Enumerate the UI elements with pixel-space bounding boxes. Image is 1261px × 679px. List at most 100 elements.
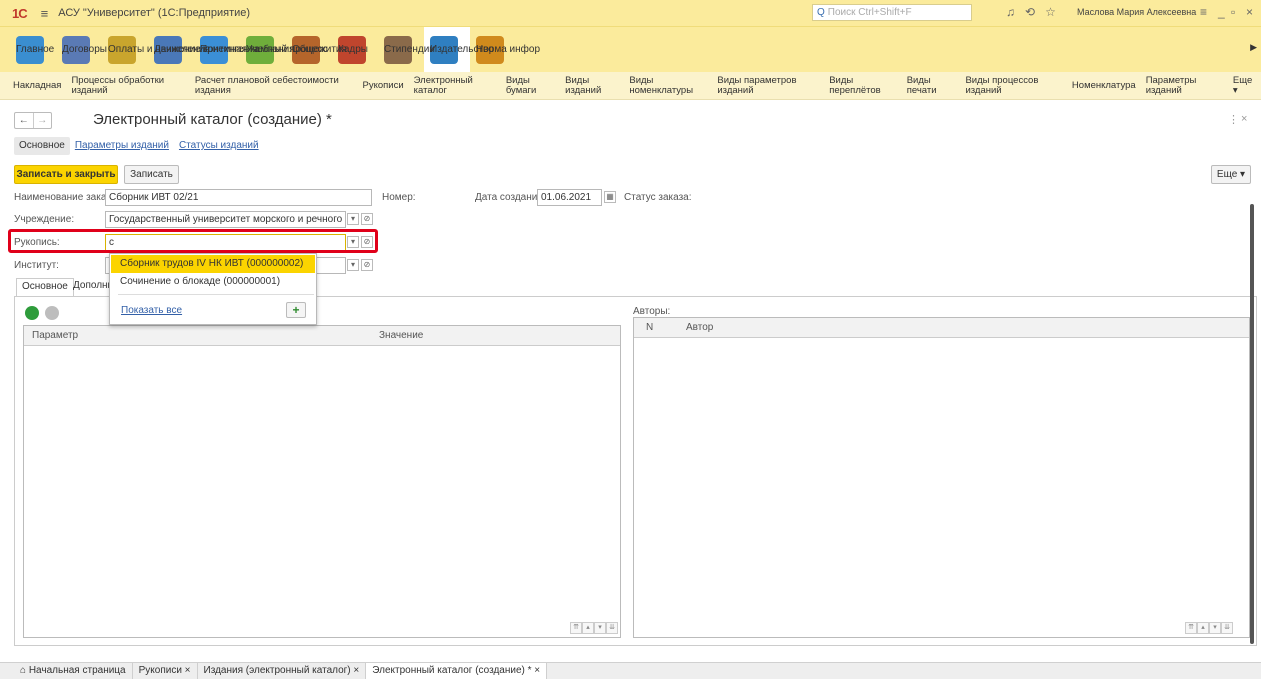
prev-page-icon[interactable]: ▴: [1197, 622, 1209, 634]
close-icon[interactable]: ×: [1246, 5, 1253, 19]
save-button[interactable]: Записать: [124, 165, 179, 184]
section-7[interactable]: Кадры: [332, 27, 378, 73]
order-status-label: Статус заказа:: [624, 192, 692, 203]
star-icon[interactable]: ☆: [1045, 5, 1056, 19]
first-page-icon[interactable]: ⇈: [1185, 622, 1197, 634]
nav-item-7[interactable]: Виды номенклатуры: [624, 75, 712, 96]
titlebar-tools: ♫ ⟲ ☆: [1006, 5, 1056, 19]
back-arrow-icon[interactable]: ←: [15, 113, 33, 128]
section-8[interactable]: Стипендии: [378, 27, 435, 73]
bell-icon[interactable]: ♫: [1006, 5, 1015, 19]
form-title: Электронный каталог (создание) *: [93, 111, 332, 128]
section-2[interactable]: Оплаты и начисления: [102, 27, 210, 73]
add-row-icon[interactable]: [25, 306, 39, 320]
order-name-label: Наименование заказа:: [14, 192, 120, 203]
history-nav: ← →: [14, 112, 52, 129]
last-page-icon[interactable]: ⇊: [1221, 622, 1233, 634]
nav-item-1[interactable]: Процессы обработки изданий: [66, 75, 189, 96]
first-page-icon[interactable]: ⇈: [570, 622, 582, 634]
nav-item-5[interactable]: Виды бумаги: [501, 75, 560, 96]
author-column-header[interactable]: Автор: [686, 322, 713, 333]
section-5[interactable]: Учебный процесс: [240, 27, 328, 73]
tab-publication-statuses[interactable]: Статусы изданий: [174, 137, 264, 155]
table-pager: ⇈ ▴ ▾ ⇊: [1185, 622, 1233, 634]
menu-icon[interactable]: ≡: [41, 6, 49, 21]
param-column-header[interactable]: Параметр: [32, 330, 78, 341]
minimize-icon[interactable]: _: [1218, 5, 1225, 19]
prev-page-icon[interactable]: ▴: [582, 622, 594, 634]
chevron-down-icon[interactable]: ▾: [347, 213, 359, 225]
settings-icon[interactable]: ≡: [1200, 5, 1207, 19]
nav-item-12[interactable]: Номенклатура: [1067, 80, 1141, 91]
home-page-tab[interactable]: ⌂ Начальная страница: [14, 662, 133, 679]
calendar-icon[interactable]: ▦: [604, 191, 616, 203]
section-6[interactable]: Общежития: [286, 27, 347, 73]
maximize-icon[interactable]: ▫: [1231, 5, 1235, 19]
date-label: Дата создания:: [475, 192, 546, 203]
inner-tab-main[interactable]: Основное: [16, 278, 74, 296]
history-icon[interactable]: ⟲: [1025, 5, 1035, 19]
nav-item-13[interactable]: Параметры изданий: [1141, 75, 1228, 96]
nav-item-0[interactable]: Накладная: [8, 80, 66, 91]
order-name-field[interactable]: Сборник ИВТ 02/21: [105, 189, 372, 206]
form-tabs: Основное Параметры изданий Статусы издан…: [14, 137, 264, 155]
highlight-annotation: [8, 229, 378, 253]
sections-scroll-right-icon[interactable]: ▶: [1250, 42, 1257, 53]
delete-row-icon[interactable]: [45, 306, 59, 320]
section-0[interactable]: Главное: [10, 27, 56, 73]
tab-publication-params[interactable]: Параметры изданий: [70, 137, 174, 155]
global-search-input[interactable]: Q Поиск Ctrl+Shift+F: [812, 4, 972, 21]
nav-item-11[interactable]: Виды процессов изданий: [960, 75, 1066, 96]
last-page-icon[interactable]: ⇊: [606, 622, 618, 634]
date-field[interactable]: 01.06.2021: [537, 189, 602, 206]
more-actions-icon[interactable]: ⋮: [1228, 113, 1239, 126]
open-windows-bar: ⌂ Начальная страница Рукописи × Издания …: [0, 662, 1261, 679]
section-label: Стипендии: [384, 44, 435, 55]
section-label: Норма инфор: [476, 44, 541, 55]
tab-main[interactable]: Основное: [14, 137, 70, 155]
section-1[interactable]: Договоры: [56, 27, 107, 73]
table-pager: ⇈ ▴ ▾ ⇊: [570, 622, 618, 634]
title-bar: 1С ≡ АСУ "Университет" (1С:Предприятие) …: [0, 0, 1261, 26]
save-and-close-button[interactable]: Записать и закрыть: [14, 165, 118, 184]
institution-field[interactable]: Государственный университет морского и р…: [105, 211, 346, 228]
authors-table[interactable]: N Автор ⇈ ▴ ▾ ⇊: [633, 317, 1250, 638]
next-page-icon[interactable]: ▾: [594, 622, 606, 634]
add-new-button[interactable]: +: [286, 302, 306, 318]
nav-item-3[interactable]: Рукописи: [358, 80, 409, 91]
catalog-create-window-tab[interactable]: Электронный каталог (создание) * ×: [366, 662, 548, 679]
section-4[interactable]: Приемная кампания: [194, 27, 295, 73]
forward-arrow-icon[interactable]: →: [32, 113, 52, 128]
manuscripts-window-tab[interactable]: Рукописи ×: [133, 662, 198, 679]
authors-label: Авторы:: [633, 306, 671, 317]
nav-item-9[interactable]: Виды переплётов: [824, 75, 902, 96]
next-page-icon[interactable]: ▾: [1209, 622, 1221, 634]
section-3[interactable]: Движение контингента: [148, 27, 259, 73]
nav-item-8[interactable]: Виды параметров изданий: [712, 75, 824, 96]
nav-item-6[interactable]: Виды изданий: [560, 75, 624, 96]
app-title: АСУ "Университет" (1С:Предприятие): [58, 7, 251, 19]
open-link-icon[interactable]: ⊘: [361, 259, 373, 271]
authors-table-header: N Автор: [634, 318, 1249, 338]
nav-item-4[interactable]: Электронный каталог: [409, 75, 501, 96]
form-close-icon[interactable]: ×: [1241, 113, 1247, 125]
section-10[interactable]: Норма инфор: [470, 27, 540, 73]
section-9[interactable]: Издательство: [424, 26, 494, 73]
dropdown-option[interactable]: Сочинение о блокаде (000000001): [111, 273, 315, 291]
vertical-scrollbar[interactable]: [1250, 204, 1254, 644]
dropdown-option[interactable]: Сборник трудов IV НК ИВТ (000000002): [111, 255, 315, 273]
user-name[interactable]: Маслова Мария Алексеевна: [1077, 7, 1196, 17]
open-link-icon[interactable]: ⊘: [361, 213, 373, 225]
params-table[interactable]: Параметр Значение ⇈ ▴ ▾ ⇊: [23, 325, 621, 638]
publications-window-tab[interactable]: Издания (электронный каталог) ×: [198, 662, 367, 679]
show-all-link[interactable]: Показать все: [121, 305, 182, 316]
value-column-header[interactable]: Значение: [379, 330, 423, 341]
more-button[interactable]: Еще ▾: [1211, 165, 1251, 184]
nav-item-14[interactable]: Еще ▾: [1228, 75, 1261, 96]
navigation-panel: Накладная Процессы обработки изданий Расче…: [0, 72, 1261, 100]
nav-item-10[interactable]: Виды печати: [902, 75, 961, 96]
nav-item-2[interactable]: Расчет плановой себестоимости издания: [190, 75, 358, 96]
institute-label: Институт:: [14, 260, 59, 271]
authors-n-column-header[interactable]: N: [646, 322, 653, 333]
chevron-down-icon[interactable]: ▾: [347, 259, 359, 271]
